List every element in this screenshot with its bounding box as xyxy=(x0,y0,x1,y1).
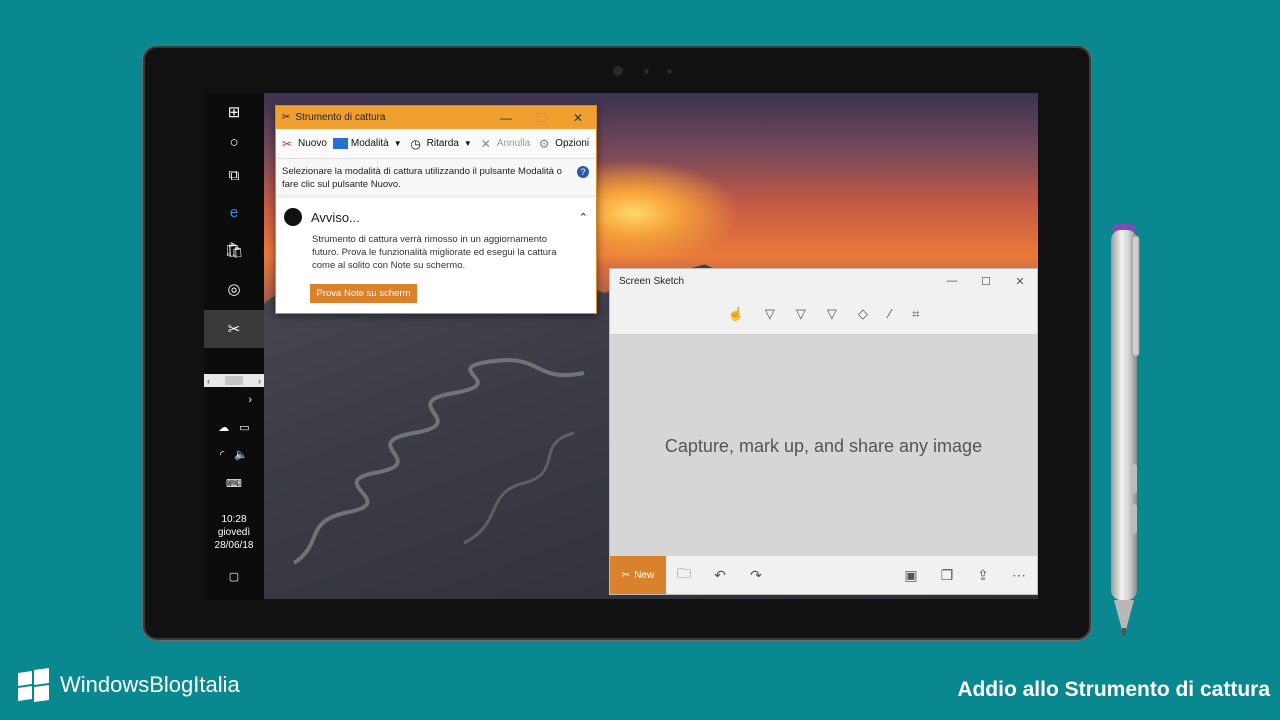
tablet-frame: ⊞ ○ ⧉ e 🛍 ◎ ✂ ‹ › › ☁ ▭ ◜ 🔈 ⌨ 10:28 giov… xyxy=(143,46,1091,640)
screen: ⊞ ○ ⧉ e 🛍 ◎ ✂ ‹ › › ☁ ▭ ◜ 🔈 ⌨ 10:28 giov… xyxy=(204,93,1038,599)
task-view-icon[interactable]: ⧉ xyxy=(204,156,264,194)
windows-logo-icon xyxy=(18,667,49,703)
screen-sketch-titlebar[interactable]: Screen Sketch — ☐ ✕ xyxy=(610,269,1037,293)
highlighter-icon[interactable]: ▽ xyxy=(827,306,837,322)
notice-panel: Avviso... ⌃ Strumento di cattura verrà r… xyxy=(276,198,596,313)
camera-sensor xyxy=(644,69,649,74)
groove-icon[interactable]: ◎ xyxy=(204,270,264,308)
try-screen-sketch-button[interactable]: Prova Note su scherm xyxy=(310,284,417,303)
snipping-toolbar: ✂ Nuovo Modalità ▼ ◷ Ritarda ▼ ✕ Annulla xyxy=(276,129,596,159)
save-icon[interactable]: ▣ xyxy=(893,567,929,584)
cancel-button: ✕ Annulla xyxy=(478,137,530,151)
sketch-bottom-bar: ✂ New 🗀 ↶ ↷ ▣ ❐ ⇪ ⋯ xyxy=(610,556,1037,594)
screen-sketch-window: Screen Sketch — ☐ ✕ ☝ ▽ ▽ ▽ ◇ ⁄ ⌗ Captur… xyxy=(609,268,1038,595)
ballpoint-pen-icon[interactable]: ▽ xyxy=(765,306,775,322)
scissors-icon: ✂ xyxy=(281,136,293,151)
clock-date: 28/06/18 xyxy=(214,540,254,551)
touch-writing-icon[interactable]: ☝ xyxy=(728,306,744,322)
minimize-button[interactable]: — xyxy=(935,275,969,287)
redo-icon[interactable]: ↷ xyxy=(738,567,774,584)
wallpaper-road xyxy=(292,358,585,565)
minimize-button[interactable]: — xyxy=(488,111,524,125)
share-icon[interactable]: ⇪ xyxy=(965,567,1001,584)
onedrive-icon[interactable]: ☁ xyxy=(218,421,229,434)
camera-sensor xyxy=(667,69,672,74)
delay-button[interactable]: ◷ Ritarda ▼ xyxy=(408,136,472,151)
help-icon[interactable]: ? xyxy=(577,166,589,178)
volume-icon[interactable]: 🔈 xyxy=(234,448,248,461)
brand-name: WindowsBlogItalia xyxy=(60,671,240,697)
snip-icon: ✂ xyxy=(621,569,631,581)
camera xyxy=(613,66,623,76)
clock-time: 10:28 xyxy=(221,514,247,525)
snipping-tool-titlebar[interactable]: ✂ Strumento di cattura — ☐ ✕ xyxy=(276,106,596,129)
notice-header[interactable]: Avviso... ⌃ xyxy=(276,198,596,226)
snipping-tool-window: ✂ Strumento di cattura — ☐ ✕ ✂ Nuovo Mod… xyxy=(275,105,597,314)
more-icon[interactable]: ⋯ xyxy=(1001,567,1037,584)
new-snip-button[interactable]: ✂ New xyxy=(610,556,666,594)
keyboard-icon[interactable]: ⌨ xyxy=(204,464,264,502)
chevron-up-icon[interactable]: ⌃ xyxy=(579,211,588,224)
clock-day: giovedì xyxy=(217,527,251,538)
canvas-placeholder: Capture, mark up, and share any image xyxy=(664,435,983,456)
options-label: Opzioni xyxy=(555,138,590,149)
mode-icon xyxy=(332,138,348,149)
undo-icon[interactable]: ↶ xyxy=(702,567,738,584)
taskbar: ⊞ ○ ⧉ e 🛍 ◎ ✂ ‹ › › ☁ ▭ ◜ 🔈 ⌨ 10:28 giov… xyxy=(204,93,264,599)
chevron-down-icon[interactable]: ▼ xyxy=(394,139,402,148)
open-folder-icon[interactable]: 🗀 xyxy=(666,563,702,587)
mode-button[interactable]: Modalità ▼ xyxy=(332,138,402,149)
battery-icon[interactable]: ▭ xyxy=(239,421,249,434)
new-button[interactable]: ✂ Nuovo xyxy=(279,137,327,151)
edge-icon[interactable]: e xyxy=(204,193,264,231)
window-title: Strumento di cattura xyxy=(295,112,386,123)
close-button[interactable]: ✕ xyxy=(560,111,596,125)
headline: Addio allo Strumento di cattura xyxy=(957,678,1270,701)
copy-icon[interactable]: ❐ xyxy=(929,567,965,584)
delay-label: Ritarda xyxy=(426,138,459,149)
new-label: Nuovo xyxy=(298,138,327,149)
store-icon[interactable]: 🛍 xyxy=(204,231,264,269)
gear-icon: ⚙ xyxy=(538,136,550,151)
info-text: Selezionare la modalità di cattura utili… xyxy=(282,166,562,190)
snipping-app-icon: ✂ xyxy=(282,112,291,123)
notice-title: Avviso... xyxy=(311,209,360,225)
cancel-label: Annulla xyxy=(496,138,531,149)
pencil-icon[interactable]: ▽ xyxy=(796,306,806,322)
brand: WindowsBlogItalia xyxy=(18,667,240,703)
notice-text: Strumento di cattura verrà rimosso in un… xyxy=(312,234,557,271)
options-button[interactable]: ⚙ Opzioni xyxy=(536,137,589,151)
new-label: New xyxy=(634,569,655,581)
sketch-toolbar: ☝ ▽ ▽ ▽ ◇ ⁄ ⌗ xyxy=(610,293,1037,335)
clock[interactable]: 10:28 giovedì 28/06/18 xyxy=(204,513,264,552)
info-area: Selezionare la modalità di cattura utili… xyxy=(276,159,596,195)
surface-pen xyxy=(1111,224,1140,636)
mode-label: Modalità xyxy=(350,138,389,149)
notice-icon xyxy=(284,208,302,226)
crop-icon[interactable]: ⌗ xyxy=(912,306,919,322)
maximize-button: ☐ xyxy=(536,110,548,125)
wifi-icon[interactable]: ◜ xyxy=(220,448,224,461)
eraser-icon[interactable]: ◇ xyxy=(858,306,868,322)
close-button[interactable]: ✕ xyxy=(1003,275,1037,288)
chevron-down-icon[interactable]: ▼ xyxy=(464,139,472,148)
ruler-icon[interactable]: ⁄ xyxy=(889,306,891,321)
maximize-button[interactable]: ☐ xyxy=(969,275,1003,288)
clock-icon: ◷ xyxy=(410,136,421,151)
action-center-icon[interactable]: ▢ xyxy=(204,557,264,595)
x-icon: ✕ xyxy=(480,136,491,151)
snipping-tool-icon[interactable]: ✂ xyxy=(204,310,264,348)
window-title: Screen Sketch xyxy=(619,275,685,287)
sketch-canvas[interactable]: Capture, mark up, and share any image xyxy=(610,336,1037,556)
